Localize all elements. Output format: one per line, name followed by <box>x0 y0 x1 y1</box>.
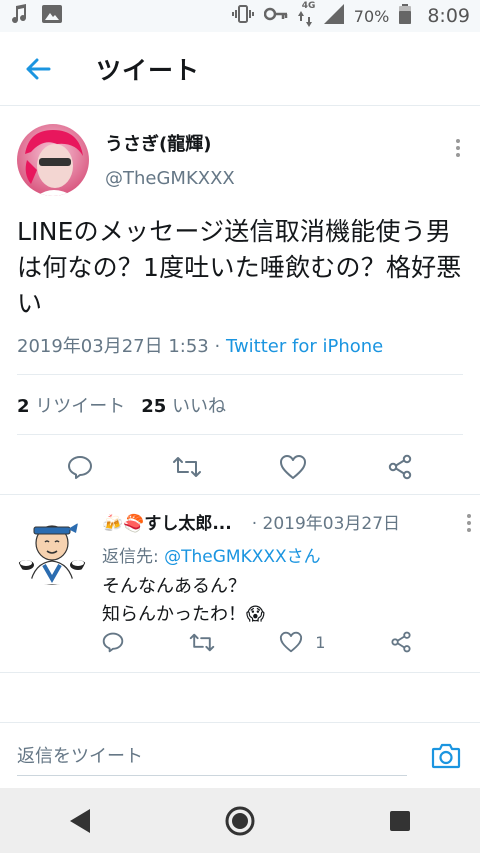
tweet-text: LINEのメッセージ送信取消機能使う男は何なの？1度吐いた唾飲むの？格好悪い <box>17 217 462 318</box>
page-title: ツイート <box>96 55 201 85</box>
more-options-button[interactable] <box>455 138 461 162</box>
key-icon <box>263 6 288 26</box>
reply-more-options-button[interactable] <box>466 513 472 537</box>
music-note-icon <box>10 4 28 28</box>
tweet-source-link[interactable]: Twitter for iPhone <box>226 336 383 357</box>
retweet-icon <box>189 633 214 651</box>
vibrate-icon <box>231 4 254 28</box>
reply-actions: 1 <box>102 631 412 653</box>
nav-recents-button[interactable] <box>370 791 430 851</box>
status-bar: 4G 70% 8:09 <box>0 0 480 32</box>
signal-icon <box>323 3 344 29</box>
tweet-stats: 2 リツイート 25 いいね <box>17 375 463 435</box>
like-count: 25 <box>141 395 167 417</box>
reply-input[interactable]: 返信をツイート <box>17 736 407 776</box>
author-handle[interactable]: @TheGMKXXX <box>105 168 235 189</box>
share-icon <box>391 631 411 653</box>
back-button[interactable] <box>18 49 58 89</box>
system-navigation-bar <box>0 788 480 853</box>
tweet-datetime: 2019年03月27日 1:53 · <box>17 336 226 357</box>
battery-text: 70% <box>353 6 390 26</box>
heart-icon <box>280 631 303 653</box>
reply-compose-bar: 返信をツイート <box>0 722 480 788</box>
share-icon <box>388 454 411 480</box>
replying-to: 返信先: @TheGMKXXXさん <box>102 542 462 567</box>
camera-button[interactable] <box>429 739 463 773</box>
reply-date: · 2019年03月27日 <box>251 514 401 534</box>
retweet-button[interactable] <box>167 447 207 487</box>
reply-avatar[interactable] <box>16 513 88 585</box>
reply-like-button[interactable]: 1 <box>279 631 325 653</box>
arrow-left-icon <box>26 58 51 79</box>
like-label: いいね <box>166 395 227 417</box>
circle-home-icon <box>225 806 255 835</box>
data-arrows-icon: 4G <box>297 1 315 27</box>
tweet-actions <box>17 435 463 499</box>
reply-share-button[interactable] <box>390 631 412 653</box>
battery-icon <box>399 3 412 29</box>
mention-link[interactable]: @TheGMKXXXさん <box>164 547 321 567</box>
triangle-back-icon <box>70 808 90 833</box>
heart-icon <box>280 455 307 479</box>
replying-prefix: 返信先: <box>102 547 165 567</box>
reply-tweet[interactable]: 🍻🍣すし太郎... · 2019年03月27日 返信先: @TheGMKXXXさ… <box>0 495 480 673</box>
retweet-count: 2 <box>17 395 30 417</box>
nav-home-button[interactable] <box>210 791 270 851</box>
reply-text-line: そんなんあるん？ <box>102 576 246 597</box>
reply-text: そんなんあるん？ 知らんかったわ！😱 <box>102 573 462 629</box>
tweet-meta: 2019年03月27日 1:53 · Twitter for iPhone <box>17 332 463 375</box>
clock: 8:09 <box>427 5 470 27</box>
reply-display-name[interactable]: 🍻🍣すし太郎... <box>102 509 232 534</box>
author-display-name[interactable]: うさぎ(龍輝) <box>105 130 235 156</box>
reply-retweet-button[interactable] <box>189 632 215 653</box>
nav-back-button[interactable] <box>50 791 110 851</box>
reply-header: 🍻🍣すし太郎... · 2019年03月27日 <box>102 509 462 534</box>
top-app-bar: ツイート <box>0 32 480 106</box>
avatar[interactable] <box>17 124 89 196</box>
retweets-stat[interactable]: 2 リツイート <box>17 392 125 418</box>
reply-reply-button[interactable] <box>102 631 124 653</box>
focused-tweet: うさぎ(龍輝) @TheGMKXXX LINEのメッセージ送信取消機能使う男は何… <box>0 106 480 499</box>
camera-icon <box>431 743 461 768</box>
image-icon <box>42 5 62 27</box>
likes-stat[interactable]: 25 いいね <box>141 392 226 418</box>
square-recents-icon <box>390 810 410 831</box>
retweet-label: リツイート <box>29 395 126 417</box>
comment-icon <box>102 632 124 653</box>
reply-button[interactable] <box>60 447 100 487</box>
like-button[interactable] <box>273 447 313 487</box>
reply-like-count: 1 <box>315 632 326 652</box>
comment-icon <box>68 456 93 479</box>
retweet-icon <box>172 457 201 477</box>
reply-text-line: 知らんかったわ！😱 <box>102 604 265 625</box>
tweet-author-row: うさぎ(龍輝) @TheGMKXXX <box>17 106 463 202</box>
more-vertical-icon <box>467 514 471 532</box>
more-vertical-icon <box>456 139 460 157</box>
share-button[interactable] <box>380 447 420 487</box>
